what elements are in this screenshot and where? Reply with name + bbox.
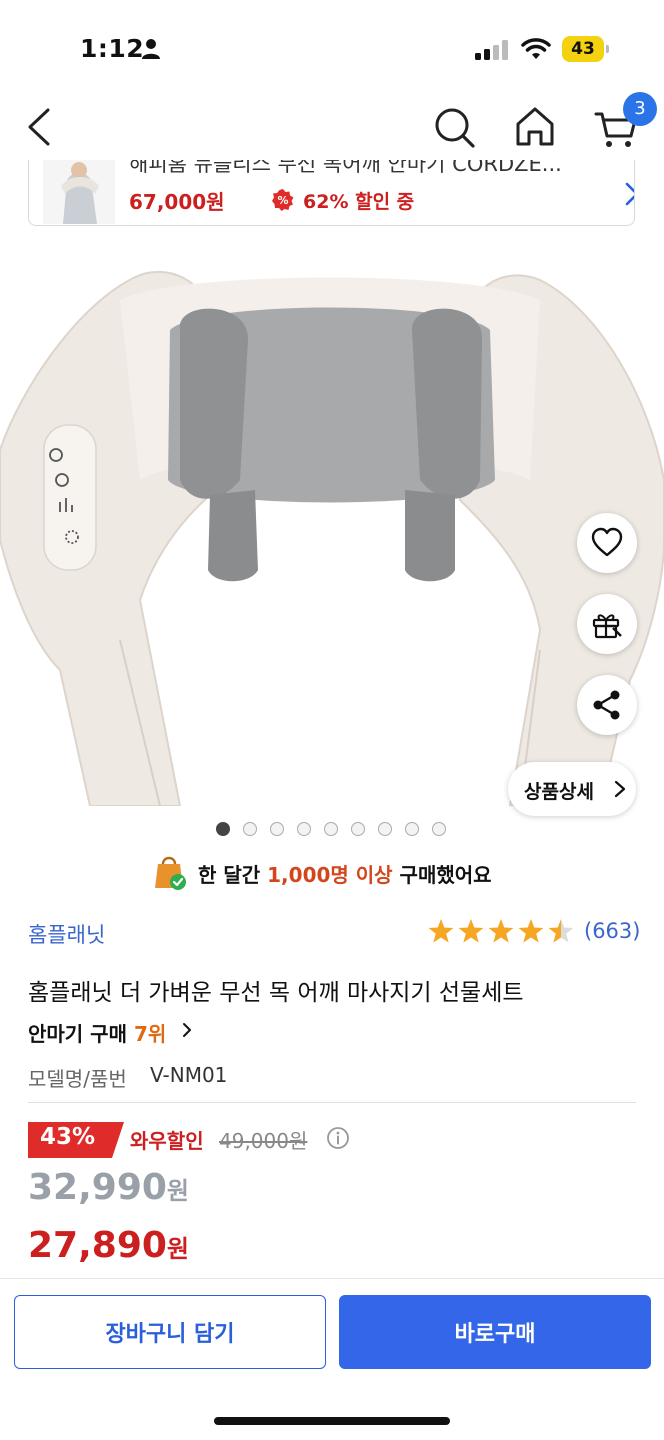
carousel-dot[interactable] — [351, 822, 365, 836]
recent-product-price: 67,000원 — [129, 190, 225, 214]
signal-icon — [475, 40, 508, 60]
wow-price: 27,890원 — [28, 1225, 190, 1266]
chevron-right-icon — [614, 780, 626, 798]
original-price: 49,000원 — [219, 1129, 308, 1153]
wishlist-button[interactable] — [577, 513, 637, 573]
recent-product-thumbnail — [43, 160, 115, 224]
share-button[interactable] — [577, 675, 637, 735]
recent-product-title: 해피홈 뉴블리스 무선 목어깨 안마기 CORDZE... — [129, 160, 562, 176]
carousel-dot[interactable] — [405, 822, 419, 836]
svg-text:%: % — [277, 194, 288, 207]
product-detail-button[interactable]: 상품상세 — [508, 762, 636, 816]
divider — [28, 1102, 636, 1103]
star-icon — [548, 919, 574, 943]
image-carousel-dots[interactable] — [216, 822, 456, 838]
review-count-link[interactable]: (663) — [584, 919, 640, 943]
search-icon[interactable] — [432, 104, 476, 150]
category-rank-link[interactable]: 안마기 구매 7위 — [28, 1018, 166, 1047]
chevron-right-icon — [625, 182, 634, 206]
carousel-dot[interactable] — [324, 822, 338, 836]
carousel-dot[interactable] — [216, 822, 230, 836]
status-bar: 1:12 43 — [0, 0, 664, 96]
wow-discount-label: 와우할인 — [130, 1129, 204, 1153]
sale-price: 32,990원 — [28, 1167, 190, 1208]
product-detail-label: 상품상세 — [524, 781, 594, 803]
purchase-count-notice: 한 달간 1,000명 이상 구매했어요 — [150, 852, 530, 892]
recent-product-banner[interactable]: 해피홈 뉴블리스 무선 목어깨 안마기 CORDZE... 67,000원 % … — [28, 160, 635, 226]
home-icon[interactable] — [513, 104, 557, 150]
share-icon — [593, 690, 620, 720]
carousel-dot[interactable] — [432, 822, 446, 836]
recent-product-discount: 62% 할인 중 — [303, 191, 415, 213]
purchase-count-text: 한 달간 1,000명 이상 구매했어요 — [198, 863, 492, 887]
buy-now-button[interactable]: 바로구매 — [339, 1295, 651, 1369]
back-icon[interactable] — [22, 104, 58, 150]
model-value: V-NM01 — [150, 1063, 228, 1087]
product-image[interactable] — [0, 240, 664, 806]
carousel-dot[interactable] — [297, 822, 311, 836]
battery-icon: 43 — [562, 36, 610, 62]
star-icon — [428, 919, 454, 943]
carousel-dot[interactable] — [378, 822, 392, 836]
shopping-bag-icon — [155, 856, 186, 890]
star-icon — [518, 919, 544, 943]
star-icon — [458, 919, 484, 943]
add-to-cart-button[interactable]: 장바구니 담기 — [14, 1295, 326, 1369]
percent-badge-icon: % — [272, 189, 294, 211]
carousel-dot[interactable] — [270, 822, 284, 836]
rating-stars[interactable] — [427, 918, 577, 946]
home-indicator[interactable] — [214, 1417, 450, 1425]
brand-link[interactable]: 홈플래닛 — [28, 919, 105, 949]
carousel-dot[interactable] — [243, 822, 257, 836]
discount-percent: 43% — [40, 1124, 96, 1150]
model-label: 모델명/품번 — [28, 1067, 127, 1091]
bottom-action-bar: 장바구니 담기 바로구매 — [0, 1278, 664, 1440]
person-icon — [142, 39, 160, 59]
wifi-icon — [521, 38, 551, 59]
gift-icon — [592, 614, 622, 639]
battery-level: 43 — [571, 39, 595, 59]
cart-count-badge: 3 — [623, 92, 657, 126]
heart-icon — [591, 527, 623, 557]
chevron-right-icon — [183, 1023, 191, 1037]
star-icon — [488, 919, 514, 943]
gift-button[interactable] — [577, 594, 637, 654]
info-icon[interactable] — [326, 1126, 350, 1150]
status-time: 1:12 — [80, 34, 145, 63]
product-title: 홈플래닛 더 가벼운 무선 목 어깨 마사지기 선물세트 — [28, 980, 524, 1006]
